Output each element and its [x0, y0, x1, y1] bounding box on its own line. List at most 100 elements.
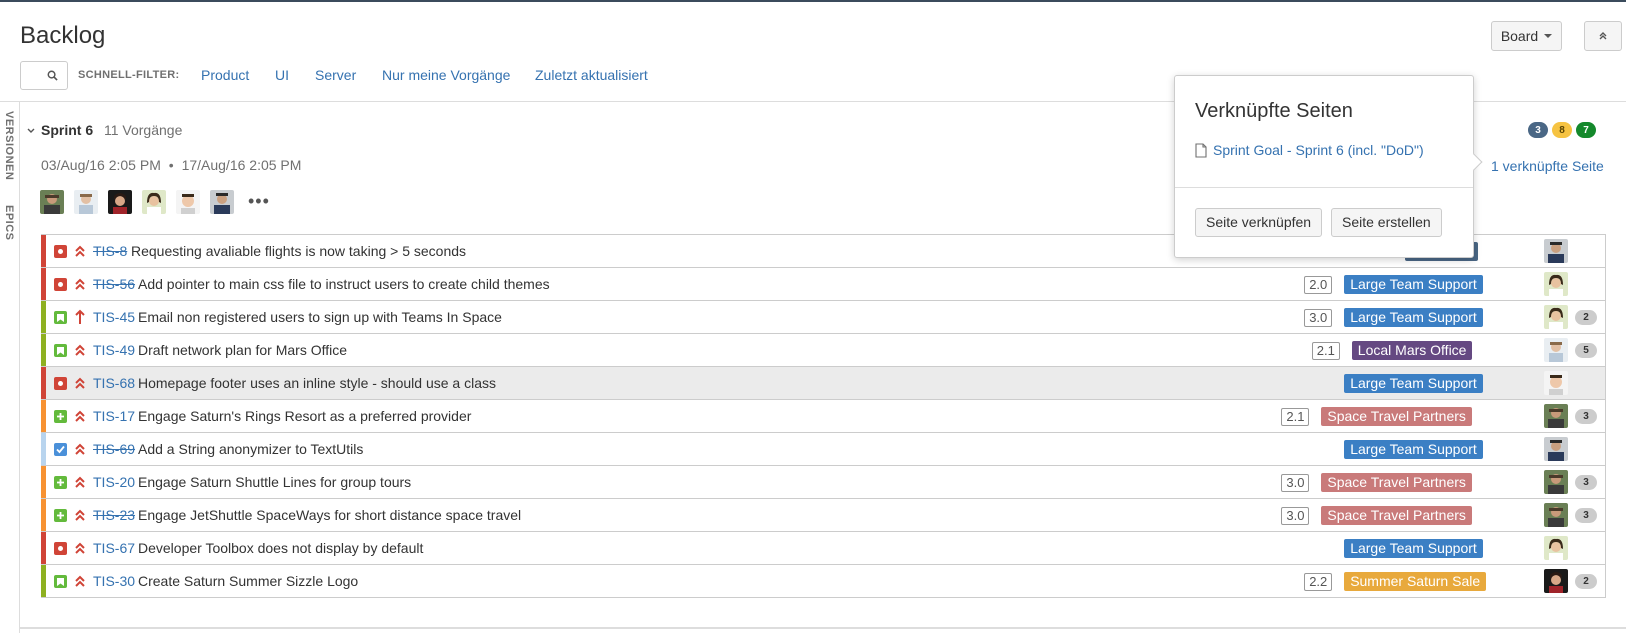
epic-label[interactable]: Large Team Support	[1344, 374, 1483, 393]
quick-filter-server[interactable]: Server	[315, 67, 356, 83]
issue-key-link[interactable]: TIS-49	[93, 342, 135, 358]
sprint-dates: 03/Aug/16 2:05 PM • 17/Aug/16 2:05 PM	[41, 157, 301, 173]
avatar[interactable]	[74, 190, 98, 214]
linked-page-link[interactable]: Sprint Goal - Sprint 6 (incl. "DoD")	[1195, 142, 1424, 158]
priority-high-icon	[75, 309, 85, 324]
quick-filter-my-issues[interactable]: Nur meine Vorgänge	[382, 67, 510, 83]
subtask-count-badge: 5	[1575, 343, 1597, 358]
bug-icon	[54, 245, 67, 258]
story-icon	[54, 575, 67, 588]
assignee-avatar[interactable]	[1544, 437, 1568, 461]
collapse-button[interactable]	[1584, 21, 1622, 51]
avatar[interactable]	[176, 190, 200, 214]
epic-label[interactable]: Local Mars Office	[1351, 341, 1473, 360]
story-points-badge: 2.2	[1304, 573, 1333, 591]
bug-icon	[54, 377, 67, 390]
epic-label[interactable]: Space Travel Partners	[1321, 506, 1472, 525]
epic-label[interactable]: Large Team Support	[1344, 539, 1483, 558]
sprint-collapse-toggle[interactable]	[27, 126, 35, 136]
priority-highest-icon	[75, 410, 85, 422]
sprint-end-date: 17/Aug/16 2:05 PM	[181, 157, 302, 173]
issue-key-link[interactable]: TIS-30	[93, 573, 135, 589]
issue-row[interactable]: TIS-20 Engage Saturn Shuttle Lines for gr…	[41, 466, 1606, 499]
improvement-icon	[54, 410, 67, 423]
issue-row[interactable]: TIS-45 Email non registered users to sign…	[41, 301, 1606, 334]
board-dropdown-button[interactable]: Board	[1491, 21, 1562, 51]
quick-filter-recently-updated[interactable]: Zuletzt aktualisiert	[535, 67, 648, 83]
issue-type-color-bar	[41, 301, 46, 333]
priority-highest-icon	[75, 278, 85, 290]
issue-row[interactable]: TIS-69 Add a String anonymizer to TextUti…	[41, 433, 1606, 466]
assignee-avatar[interactable]	[1544, 305, 1568, 329]
issue-summary: Engage Saturn Shuttle Lines for group to…	[138, 474, 412, 490]
create-page-button[interactable]: Seite erstellen	[1331, 208, 1442, 237]
more-avatars-button[interactable]: •••	[248, 190, 270, 214]
assignee-avatar[interactable]	[1544, 470, 1568, 494]
assignee-avatar[interactable]	[1544, 569, 1568, 593]
issue-type-color-bar	[41, 268, 46, 300]
issue-row[interactable]: TIS-67 Developer Toolbox does not display…	[41, 532, 1606, 565]
issue-summary: Developer Toolbox does not display by de…	[138, 540, 424, 556]
issue-summary: Add a String anonymizer to TextUtils	[138, 441, 364, 457]
issue-row[interactable]: TIS-17 Engage Saturn's Rings Resort as a …	[41, 400, 1606, 433]
subtask-count-badge: 3	[1575, 475, 1597, 490]
top-border	[0, 0, 1626, 2]
issue-type-color-bar	[41, 235, 46, 267]
issue-key-link[interactable]: TIS-56	[93, 276, 135, 292]
issue-key-link[interactable]: TIS-68	[93, 375, 135, 391]
issue-key-link[interactable]: TIS-8	[93, 243, 127, 259]
link-page-button[interactable]: Seite verknüpfen	[1195, 208, 1323, 237]
assignee-avatar[interactable]	[1544, 338, 1568, 362]
linked-pages-link[interactable]: 1 verknüpfte Seite	[1491, 158, 1604, 174]
tab-versions[interactable]: VERSIONEN	[3, 111, 15, 180]
issue-row[interactable]: TIS-30 Create Saturn Summer Sizzle Logo 2.…	[41, 565, 1606, 598]
assignee-avatar[interactable]	[1544, 272, 1568, 296]
quick-filter-ui[interactable]: UI	[275, 67, 289, 83]
avatar[interactable]	[210, 190, 234, 214]
board-button-label: Board	[1500, 28, 1539, 44]
priority-highest-icon	[75, 542, 85, 554]
assignee-avatar[interactable]	[1544, 536, 1568, 560]
bug-icon	[54, 542, 67, 555]
avatar[interactable]	[108, 190, 132, 214]
subtask-count-badge: 3	[1575, 508, 1597, 523]
assignee-avatar[interactable]	[1544, 404, 1568, 428]
issue-row[interactable]: TIS-56 Add pointer to main css file to in…	[41, 268, 1606, 301]
story-points-badge: 3.0	[1281, 474, 1310, 492]
priority-highest-icon	[75, 509, 85, 521]
issue-summary: Add pointer to main css file to instruct…	[138, 276, 550, 292]
issue-key-link[interactable]: TIS-45	[93, 309, 135, 325]
sprint-name: Sprint 6	[41, 122, 94, 138]
assignee-avatar[interactable]	[1544, 503, 1568, 527]
issue-key-link[interactable]: TIS-23	[93, 507, 135, 523]
side-panel-tabs: VERSIONEN EPICS	[0, 101, 20, 633]
assignee-avatar[interactable]	[1544, 239, 1568, 263]
issue-row[interactable]: TIS-23 Engage JetShuttle SpaceWays for sh…	[41, 499, 1606, 532]
priority-highest-icon	[75, 575, 85, 587]
issue-key-link[interactable]: TIS-20	[93, 474, 135, 490]
issue-summary: Create Saturn Summer Sizzle Logo	[138, 573, 359, 589]
avatar[interactable]	[142, 190, 166, 214]
quick-filter-product[interactable]: Product	[201, 67, 249, 83]
issue-row[interactable]: TIS-68 Homepage footer uses an inline sty…	[41, 367, 1606, 400]
epic-label[interactable]: Space Travel Partners	[1321, 407, 1472, 426]
search-input[interactable]	[20, 61, 68, 90]
epic-label[interactable]: Space Travel Partners	[1321, 473, 1472, 492]
tab-epics[interactable]: EPICS	[3, 205, 15, 241]
assignee-avatar[interactable]	[1544, 371, 1568, 395]
task-checkbox-icon	[54, 443, 67, 456]
epic-label[interactable]: Summer Saturn Sale	[1344, 572, 1487, 591]
story-points-badge: 2.0	[1304, 276, 1333, 294]
epic-label[interactable]: Large Team Support	[1344, 440, 1483, 459]
issue-key-link[interactable]: TIS-69	[93, 441, 135, 457]
epic-label[interactable]: Large Team Support	[1344, 275, 1483, 294]
subtask-count-badge: 2	[1575, 310, 1597, 325]
epic-label[interactable]: Large Team Support	[1344, 308, 1483, 327]
issue-key-link[interactable]: TIS-17	[93, 408, 135, 424]
issue-row[interactable]: TIS-49 Draft network plan for Mars Office…	[41, 334, 1606, 367]
issue-type-color-bar	[41, 334, 46, 366]
avatar[interactable]	[40, 190, 64, 214]
backlog-bottom-divider	[20, 627, 1626, 629]
improvement-icon	[54, 509, 67, 522]
issue-key-link[interactable]: TIS-67	[93, 540, 135, 556]
